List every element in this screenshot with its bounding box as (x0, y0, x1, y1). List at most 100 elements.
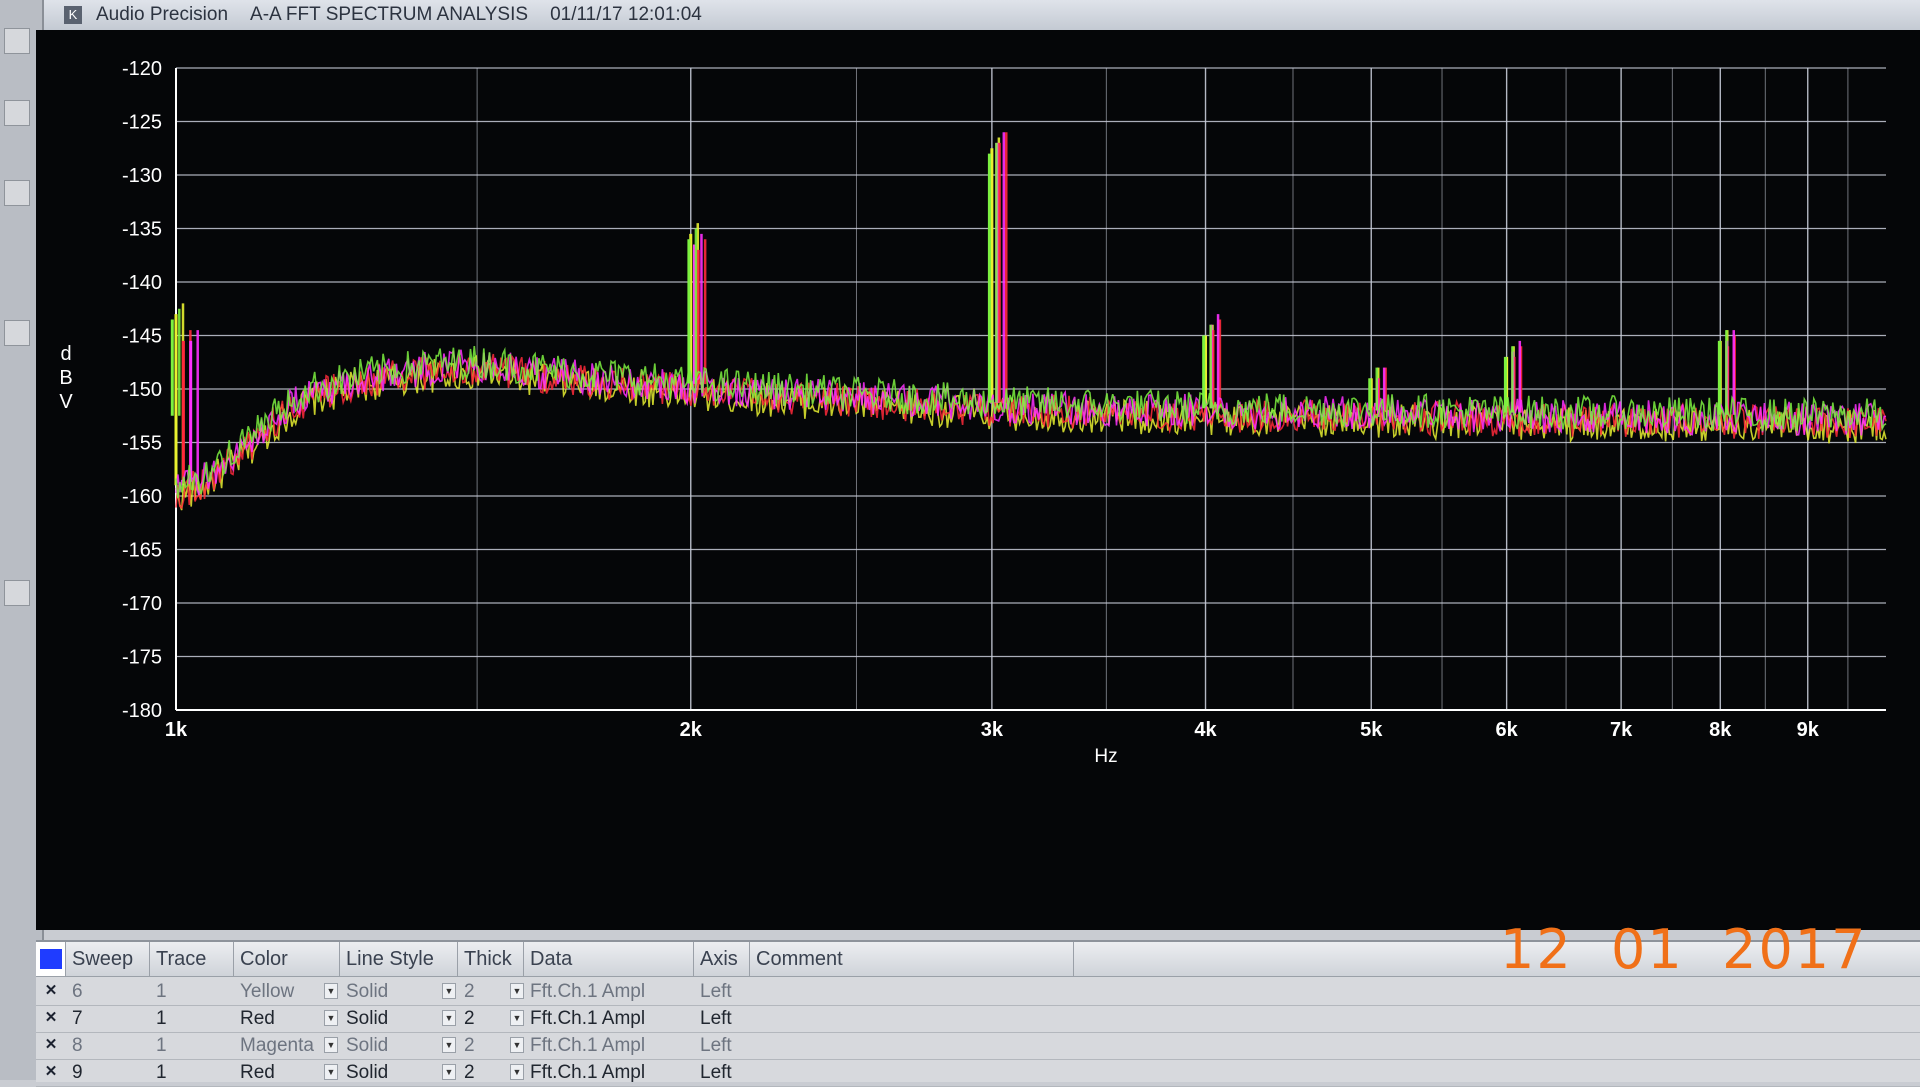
cell-thick[interactable]: 2 (458, 1059, 475, 1086)
y-tick-label: -140 (122, 272, 162, 294)
y-tick-label: -160 (122, 486, 162, 508)
y-tick-label: -125 (122, 112, 162, 134)
y-tick-label: -130 (122, 165, 162, 187)
x-axis-label: Hz (1094, 746, 1117, 767)
x-tick-label: 9k (1797, 719, 1820, 741)
col-color[interactable]: Color (234, 942, 340, 976)
fft-graph-panel: -120 -125 -130 -135 -140 -145 -150 -155 -160 -165… (36, 30, 1920, 930)
x-tick-label: 7k (1610, 719, 1633, 741)
cell-color[interactable]: Red (234, 1005, 275, 1032)
y-tick-label: -120 (122, 58, 162, 80)
x-tick-label: 3k (981, 719, 1004, 741)
col-thick[interactable]: Thick (458, 942, 524, 976)
cell-sweep: 8 (72, 1035, 83, 1056)
cell-trace: 1 (156, 1008, 167, 1029)
legend-row[interactable]: ✕ 6 1 Yellow Solid 2 Fft.Ch.1 Ampl Left ▼ ▼ ▼ (36, 978, 1920, 1006)
dropdown-arrow-icon[interactable]: ▼ (510, 1037, 524, 1053)
x-tick-label: 2k (680, 719, 703, 741)
y-tick-label: -135 (122, 219, 162, 241)
cell-comment[interactable] (750, 1059, 756, 1086)
audio-precision-logo-icon: K (64, 6, 82, 24)
cell-data[interactable]: Fft.Ch.1 Ampl (524, 978, 645, 1005)
x-tick-label: 4k (1194, 719, 1217, 741)
col-axis[interactable]: Axis (694, 942, 750, 976)
col-sweep[interactable]: Sweep (66, 942, 150, 976)
cell-trace: 1 (156, 981, 167, 1002)
series-noise-trace (175, 353, 1887, 510)
y-tick-label: -175 (122, 647, 162, 669)
dropdown-arrow-icon[interactable]: ▼ (510, 1064, 524, 1080)
trace-enable-checkbox[interactable]: ✕ (42, 1063, 60, 1081)
cell-axis[interactable]: Left (694, 1059, 732, 1086)
cell-thick[interactable]: 2 (458, 1032, 475, 1059)
graph-title-bar: K Audio Precision A-A FFT SPECTRUM ANALY… (44, 0, 1920, 31)
dropdown-arrow-icon[interactable]: ▼ (442, 1037, 456, 1053)
dropdown-arrow-icon[interactable]: ▼ (324, 983, 338, 999)
graph-title: A-A FFT SPECTRUM ANALYSIS (250, 4, 529, 25)
col-data[interactable]: Data (524, 942, 694, 976)
legend-row[interactable]: ✕ 8 1 Magenta Solid 2 Fft.Ch.1 Ampl Left ▼ ▼ ▼ (36, 1032, 1920, 1060)
cell-axis[interactable]: Left (694, 1032, 732, 1059)
y-tick-label: -145 (122, 326, 162, 348)
cell-comment[interactable] (750, 1005, 756, 1032)
col-trace[interactable]: Trace (150, 942, 234, 976)
cell-color[interactable]: Magenta (234, 1032, 314, 1059)
camera-date-stamp: 12 01 2017 (1500, 918, 1868, 981)
dropdown-arrow-icon[interactable]: ▼ (324, 1064, 338, 1080)
y-tick-label: -180 (122, 700, 162, 722)
toolbar-button[interactable] (4, 28, 30, 54)
selection-color-swatch (40, 949, 62, 969)
y-tick-label: -165 (122, 540, 162, 562)
cell-line-style[interactable]: Solid (340, 978, 388, 1005)
dropdown-arrow-icon[interactable]: ▼ (324, 1010, 338, 1026)
cell-trace: 1 (156, 1035, 167, 1056)
dropdown-arrow-icon[interactable]: ▼ (442, 1010, 456, 1026)
cell-line-style[interactable]: Solid (340, 1005, 388, 1032)
trace-enable-checkbox[interactable]: ✕ (42, 1036, 60, 1054)
select-all-box[interactable] (36, 942, 66, 976)
trace-enable-checkbox[interactable]: ✕ (42, 982, 60, 1000)
x-tick-label: 5k (1360, 719, 1383, 741)
legend-row[interactable]: ✕ 7 1 Red Solid 2 Fft.Ch.1 Ampl Left ▼ ▼ ▼ (36, 1005, 1920, 1033)
toolbar-button[interactable] (4, 180, 30, 206)
cell-color[interactable]: Red (234, 1059, 275, 1086)
toolbar-button[interactable] (4, 100, 30, 126)
dropdown-arrow-icon[interactable]: ▼ (442, 1064, 456, 1080)
dropdown-arrow-icon[interactable]: ▼ (324, 1037, 338, 1053)
cell-axis[interactable]: Left (694, 1005, 732, 1032)
cell-line-style[interactable]: Solid (340, 1032, 388, 1059)
fft-spectrum-chart: -120 -125 -130 -135 -140 -145 -150 -155 -160 -165… (59, 58, 1887, 767)
cell-sweep: 7 (72, 1008, 83, 1029)
cell-sweep: 6 (72, 981, 83, 1002)
y-tick-label: -170 (122, 593, 162, 615)
cell-sweep: 9 (72, 1062, 83, 1083)
x-tick-label: 6k (1496, 719, 1519, 741)
dropdown-arrow-icon[interactable]: ▼ (442, 983, 456, 999)
toolbar-button[interactable] (4, 580, 30, 606)
cell-data[interactable]: Fft.Ch.1 Ampl (524, 1059, 645, 1086)
legend-row[interactable]: ✕ 9 1 Red Solid 2 Fft.Ch.1 Ampl Left ▼ ▼ ▼ (36, 1059, 1920, 1087)
cell-data[interactable]: Fft.Ch.1 Ampl (524, 1032, 645, 1059)
y-tick-label: -150 (122, 379, 162, 401)
y-axis-label: dBV (59, 343, 73, 413)
cell-color[interactable]: Yellow (234, 978, 294, 1005)
y-tick-label: -155 (122, 433, 162, 455)
dropdown-arrow-icon[interactable]: ▼ (510, 1010, 524, 1026)
cell-comment[interactable] (750, 1032, 756, 1059)
dropdown-arrow-icon[interactable]: ▼ (510, 983, 524, 999)
toolbar-button[interactable] (4, 320, 30, 346)
x-tick-label: 1k (165, 719, 188, 741)
cell-axis[interactable]: Left (694, 978, 732, 1005)
trace-enable-checkbox[interactable]: ✕ (42, 1009, 60, 1027)
app-name: Audio Precision (96, 4, 229, 25)
col-comment[interactable]: Comment (750, 942, 1074, 976)
cell-data[interactable]: Fft.Ch.1 Ampl (524, 1005, 645, 1032)
cell-thick[interactable]: 2 (458, 1005, 475, 1032)
graph-timestamp: 01/11/17 12:01:04 (550, 4, 702, 25)
cell-thick[interactable]: 2 (458, 978, 475, 1005)
cell-line-style[interactable]: Solid (340, 1059, 388, 1086)
cell-trace: 1 (156, 1062, 167, 1083)
cell-comment[interactable] (750, 978, 756, 1005)
x-tick-label: 8k (1709, 719, 1732, 741)
col-line-style[interactable]: Line Style (340, 942, 458, 976)
